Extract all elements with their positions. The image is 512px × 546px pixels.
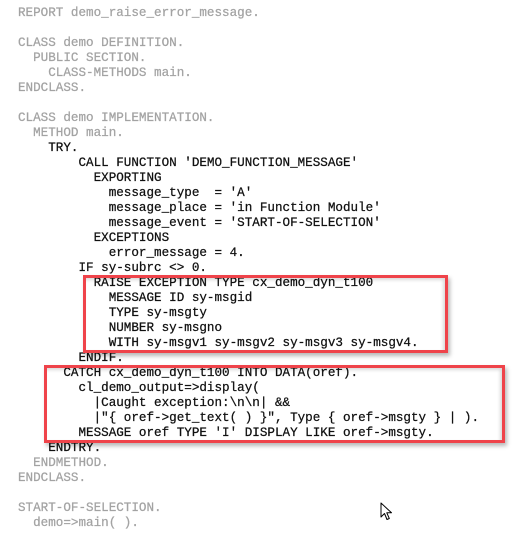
code-line: ENDCLASS. bbox=[18, 81, 87, 95]
code-line: ENDMETHOD. bbox=[18, 456, 109, 470]
code-line: CATCH cx_demo_dyn_t100 INTO DATA(oref). bbox=[18, 366, 359, 380]
code-line: |Caught exception:\n\n| && bbox=[18, 396, 291, 410]
code-line: MESSAGE oref TYPE 'I' DISPLAY LIKE oref-… bbox=[18, 426, 434, 440]
code-line: START-OF-SELECTION. bbox=[18, 501, 162, 515]
code-line: METHOD main. bbox=[18, 126, 124, 140]
code-line: CLASS demo IMPLEMENTATION. bbox=[18, 111, 215, 125]
code-line: TRY. bbox=[18, 141, 79, 155]
code-line: message_event = 'START-OF-SELECTION' bbox=[18, 216, 381, 230]
code-line: message_place = 'in Function Module' bbox=[18, 201, 381, 215]
code-line: ENDTRY. bbox=[18, 441, 102, 455]
code-line: NUMBER sy-msgno bbox=[18, 321, 223, 335]
code-line: EXCEPTIONS bbox=[18, 231, 170, 245]
code-line: CALL FUNCTION 'DEMO_FUNCTION_MESSAGE' bbox=[18, 156, 359, 170]
code-line: TYPE sy-msgty bbox=[18, 306, 208, 320]
code-line: |"{ oref->get_text( ) }", Type { oref->m… bbox=[18, 411, 480, 425]
code-line: demo=>main( ). bbox=[18, 516, 139, 530]
code-line: cl_demo_output=>display( bbox=[18, 381, 260, 395]
code-line: ENDIF. bbox=[18, 351, 124, 365]
code-line: ENDCLASS. bbox=[18, 471, 87, 485]
code-line: IF sy-subrc <> 0. bbox=[18, 261, 207, 275]
code-line: WITH sy-msgv1 sy-msgv2 sy-msgv3 sy-msgv4… bbox=[18, 336, 419, 350]
code-line: error_message = 4. bbox=[18, 246, 245, 260]
code-line: REPORT demo_raise_error_message. bbox=[18, 6, 260, 20]
code-line: message_type = 'A' bbox=[18, 186, 253, 200]
code-line: EXPORTING bbox=[18, 171, 162, 185]
code-editor[interactable]: REPORT demo_raise_error_message. CLASS de… bbox=[18, 6, 479, 531]
code-line: CLASS-METHODS main. bbox=[18, 66, 192, 80]
code-line: CLASS demo DEFINITION. bbox=[18, 36, 185, 50]
mouse-pointer-icon bbox=[380, 502, 392, 520]
code-line: MESSAGE ID sy-msgid bbox=[18, 291, 253, 305]
code-line: RAISE EXCEPTION TYPE cx_demo_dyn_t100 bbox=[18, 276, 374, 290]
code-line: PUBLIC SECTION. bbox=[18, 51, 147, 65]
